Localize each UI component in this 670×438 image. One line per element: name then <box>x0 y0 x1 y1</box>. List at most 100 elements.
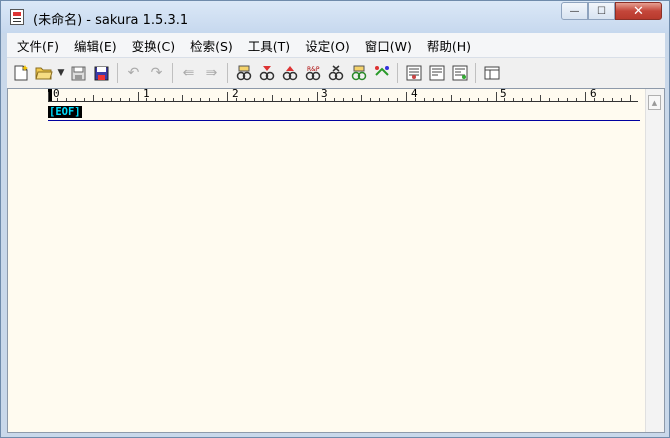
window-title: (未命名) - sakura 1.5.3.1 <box>33 13 189 28</box>
close-button[interactable]: ✕ <box>615 2 662 20</box>
compare-icon[interactable] <box>404 63 423 83</box>
ruler-tick <box>567 98 569 101</box>
undo-icon[interactable]: ↶ <box>124 63 143 83</box>
toolbar-separator <box>172 63 173 83</box>
ruler-tick <box>164 98 166 101</box>
menu-edit[interactable]: 编辑(E) <box>64 36 122 55</box>
ruler-tick <box>227 92 228 101</box>
ruler-tick <box>558 98 560 101</box>
ruler-tick <box>611 98 613 101</box>
outline-icon[interactable] <box>372 63 391 83</box>
caption-buttons: — ☐ ✕ <box>561 2 662 20</box>
jump-icon[interactable] <box>349 63 368 83</box>
ruler-tick <box>379 98 381 101</box>
ruler-tick <box>549 98 551 101</box>
ruler-tick <box>602 98 604 101</box>
ruler-tick <box>325 98 327 101</box>
ruler-tick <box>253 98 255 101</box>
ruler-tick <box>235 98 237 101</box>
ruler-tick <box>209 98 211 101</box>
minimize-button[interactable]: — <box>561 2 588 20</box>
new-file-icon[interactable] <box>11 63 30 83</box>
find-next-icon[interactable] <box>257 63 276 83</box>
ruler-baseline <box>48 101 638 102</box>
menu-file[interactable]: 文件(F) <box>7 36 64 55</box>
redo-icon[interactable]: ↷ <box>147 63 166 83</box>
toolbar: ▼ ↶ ↷ ⇚ ⇛ R&P <box>7 58 665 88</box>
ruler-tick <box>83 98 85 101</box>
vertical-scrollbar[interactable]: ▲ <box>645 89 664 432</box>
replace-icon[interactable]: R&P <box>303 63 322 83</box>
menu-search[interactable]: 检索(S) <box>180 36 238 55</box>
ruler-tick <box>48 92 49 101</box>
save-icon[interactable] <box>69 63 88 83</box>
tag-back-icon[interactable] <box>450 63 469 83</box>
app-icon[interactable] <box>10 9 24 25</box>
ruler-tick <box>576 98 578 101</box>
app-window: (未命名) - sakura 1.5.3.1 — ☐ ✕ 文件(F) 编辑(E)… <box>0 0 670 438</box>
ruler-tick <box>173 98 175 101</box>
back-icon[interactable]: ⇚ <box>179 63 198 83</box>
ruler-tick <box>513 98 515 101</box>
ruler-tick <box>218 98 220 101</box>
ruler-number: 3 <box>321 88 328 100</box>
toolbar-separator <box>117 63 118 83</box>
window-list-icon[interactable] <box>482 63 501 83</box>
ruler-tick <box>155 98 157 101</box>
tag-jump-icon[interactable] <box>427 63 446 83</box>
ruler: 0 1 2 3 4 5 6 <box>8 89 664 103</box>
toolbar-separator <box>475 63 476 83</box>
ruler-tick <box>334 98 336 101</box>
ruler-tick <box>137 92 139 101</box>
toolbar-separator <box>397 63 398 83</box>
find-icon[interactable] <box>234 63 253 83</box>
ruler-tick <box>298 98 300 101</box>
open-folder-icon[interactable] <box>34 63 53 83</box>
ruler-tick <box>459 98 461 101</box>
menu-help[interactable]: 帮助(H) <box>417 36 476 55</box>
grep-icon[interactable] <box>326 63 345 83</box>
ruler-tick <box>262 98 264 101</box>
ruler-tick <box>289 98 291 101</box>
menu-convert[interactable]: 变换(C) <box>122 36 180 55</box>
title-bar[interactable]: (未命名) - sakura 1.5.3.1 — ☐ ✕ <box>1 1 669 33</box>
ruler-tick <box>128 98 130 101</box>
find-prev-icon[interactable] <box>280 63 299 83</box>
ruler-tick <box>56 98 58 101</box>
ruler-tick <box>432 98 434 101</box>
ruler-tick <box>441 98 443 101</box>
ruler-tick <box>593 98 595 101</box>
text-editor[interactable]: 0 1 2 3 4 5 6 [EOF] ▲ <box>7 88 665 433</box>
menu-bar: 文件(F) 编辑(E) 变换(C) 检索(S) 工具(T) 设定(O) 窗口(W… <box>7 33 665 58</box>
ruler-tick <box>182 95 184 101</box>
ruler-tick <box>531 98 533 101</box>
ruler-tick <box>74 98 76 101</box>
save-as-icon[interactable] <box>92 63 111 83</box>
dropdown-caret-icon[interactable]: ▼ <box>57 63 65 83</box>
ruler-tick <box>343 98 345 101</box>
ruler-tick <box>307 98 309 101</box>
menu-settings[interactable]: 设定(O) <box>295 36 355 55</box>
cursor-line-underline <box>48 120 640 121</box>
ruler-tick <box>468 98 470 101</box>
forward-icon[interactable]: ⇛ <box>202 63 221 83</box>
ruler-tick <box>370 98 372 101</box>
ruler-tick <box>119 98 121 101</box>
ruler-tick <box>540 95 542 101</box>
ruler-tick <box>495 92 497 101</box>
ruler-tick <box>280 98 282 101</box>
ruler-tick <box>101 98 103 101</box>
ruler-tick <box>110 98 112 101</box>
ruler-tick <box>388 98 390 101</box>
ruler-tick <box>92 95 94 101</box>
ruler-tick <box>522 98 524 101</box>
ruler-tick <box>316 92 318 101</box>
ruler-tick <box>423 98 425 101</box>
scroll-up-arrow-icon[interactable]: ▲ <box>648 95 661 110</box>
ruler-tick <box>406 92 407 101</box>
menu-tools[interactable]: 工具(T) <box>238 36 295 55</box>
ruler-tick <box>620 98 622 101</box>
ruler-tick <box>414 98 416 101</box>
maximize-button[interactable]: ☐ <box>588 2 615 20</box>
menu-window[interactable]: 窗口(W) <box>355 36 417 55</box>
